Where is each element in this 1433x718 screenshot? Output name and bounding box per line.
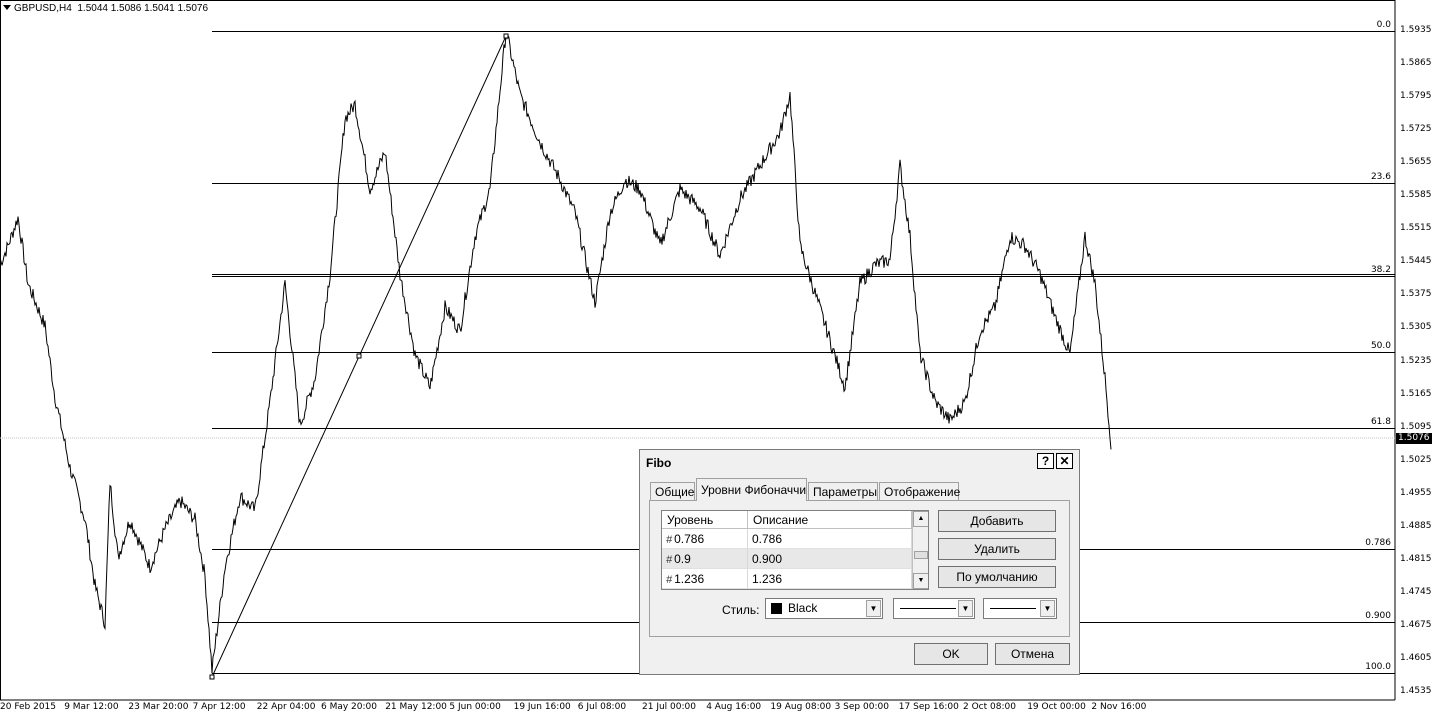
scroll-thumb[interactable] — [914, 551, 928, 559]
description-value: 0.900 — [748, 549, 912, 569]
symbol-info: GBPUSD,H4 1.5044 1.5086 1.5041 1.5076 — [14, 3, 209, 14]
table-row[interactable]: #1.236 1.236 — [662, 569, 912, 589]
color-swatch — [771, 603, 782, 614]
line-width-sample — [990, 608, 1036, 609]
fibo-anchor-mid[interactable] — [356, 353, 362, 359]
tab-fib-levels[interactable]: Уровни Фибоначчи — [696, 478, 807, 501]
time-tick-label: 19 Jun 16:00 — [513, 702, 571, 712]
price-tick-label: 1.5445 — [1400, 256, 1432, 267]
current-price-badge: 1.5076 — [1396, 433, 1432, 444]
time-tick-label: 21 Jul 00:00 — [642, 702, 696, 712]
chevron-down-icon[interactable]: ▼ — [958, 600, 973, 617]
ok-button[interactable]: OK — [914, 643, 988, 665]
price-tick-label: 1.5935 — [1400, 25, 1432, 35]
add-level-button[interactable]: Добавить — [938, 510, 1056, 532]
grid-header: Уровень Описание — [662, 511, 912, 529]
delete-level-button[interactable]: Удалить — [938, 538, 1056, 560]
price-tick-label: 1.5025 — [1400, 454, 1432, 465]
chevron-down-icon[interactable]: ▼ — [1040, 600, 1055, 617]
fibo-anchor-end[interactable] — [503, 33, 509, 39]
tab-display[interactable]: Отображение — [879, 482, 960, 500]
price-tick-label: 1.5375 — [1400, 289, 1432, 300]
fib-level-label: 50.0 — [1370, 340, 1391, 351]
time-tick-label: 7 Apr 12:00 — [192, 702, 246, 712]
line-style-select[interactable]: ▼ — [893, 598, 975, 619]
price-tick-label: 1.4885 — [1400, 520, 1432, 531]
level-value: 1.236 — [674, 572, 705, 586]
header-level[interactable]: Уровень — [662, 511, 748, 528]
levels-grid[interactable]: Уровень Описание #0.786 0.786 #0.9 0.900… — [661, 510, 929, 590]
time-tick-label: 5 Jun 00:00 — [449, 702, 501, 712]
price-tick-label: 1.4675 — [1400, 619, 1432, 630]
cancel-button[interactable]: Отмена — [995, 643, 1070, 665]
fib-level-label: 100.0 — [1365, 661, 1391, 672]
line-style-sample — [900, 608, 956, 609]
price-tick-label: 1.4605 — [1400, 652, 1432, 663]
style-label: Стиль: — [722, 603, 760, 617]
time-tick-label: 4 Aug 16:00 — [706, 702, 762, 712]
style-color-select[interactable]: Black ▼ — [765, 598, 883, 619]
price-tick-label: 1.5865 — [1400, 58, 1432, 69]
time-tick-label: 20 Feb 2015 — [0, 702, 57, 712]
time-tick-label: 17 Sep 16:00 — [898, 702, 959, 712]
fib-level-label: 0.786 — [1365, 537, 1391, 548]
tab-general[interactable]: Общие — [650, 482, 695, 500]
level-edit-icon: # — [666, 554, 673, 566]
level-edit-icon: # — [666, 534, 673, 546]
price-tick-label: 1.5095 — [1400, 421, 1432, 432]
time-tick-label: 9 Mar 12:00 — [64, 702, 119, 712]
header-description[interactable]: Описание — [748, 511, 912, 528]
dialog-title: Fibo — [646, 456, 672, 470]
price-tick-label: 1.5655 — [1400, 157, 1432, 168]
fibo-anchor-start[interactable] — [209, 674, 215, 680]
level-value: 0.786 — [674, 532, 705, 546]
time-tick-label: 23 Mar 20:00 — [128, 702, 189, 712]
time-tick-label: 21 May 12:00 — [385, 702, 447, 712]
time-tick-label: 19 Aug 08:00 — [770, 702, 832, 712]
table-row[interactable]: #0.786 0.786 — [662, 529, 912, 549]
scroll-down-icon[interactable]: ▼ — [913, 573, 928, 589]
fibo-dialog[interactable]: Fibo ? ✕ Общие Уровни Фибоначчи Параметр… — [639, 449, 1080, 675]
time-tick-label: 2 Oct 08:00 — [963, 702, 1016, 712]
price-tick-label: 1.4745 — [1400, 586, 1432, 597]
chevron-down-icon[interactable]: ▼ — [866, 600, 881, 617]
price-tick-label: 1.5305 — [1400, 322, 1432, 333]
close-button[interactable]: ✕ — [1056, 453, 1073, 469]
fib-levels-panel: Уровень Описание #0.786 0.786 #0.9 0.900… — [649, 500, 1070, 637]
chart-menu-arrow-icon[interactable] — [3, 5, 11, 10]
price-tick-label: 1.5585 — [1400, 190, 1432, 201]
description-value: 1.236 — [748, 569, 912, 589]
help-button[interactable]: ? — [1037, 453, 1054, 469]
default-levels-button[interactable]: По умолчанию — [938, 566, 1056, 588]
time-tick-label: 6 May 20:00 — [321, 702, 377, 712]
fib-level-label: 23.6 — [1370, 171, 1391, 182]
price-tick-label: 1.4815 — [1400, 553, 1432, 564]
time-tick-label: 2 Nov 16:00 — [1091, 702, 1147, 712]
level-value: 0.9 — [674, 552, 691, 566]
style-color-name: Black — [788, 601, 818, 615]
tab-parameters[interactable]: Параметры — [808, 482, 878, 500]
price-tick-label: 1.5725 — [1400, 124, 1432, 135]
scroll-up-icon[interactable]: ▲ — [913, 511, 928, 527]
price-tick-label: 1.5515 — [1400, 223, 1432, 234]
fib-level-label: 0.900 — [1365, 610, 1391, 621]
time-tick-label: 22 Apr 04:00 — [256, 702, 316, 712]
level-edit-icon: # — [666, 574, 673, 586]
line-width-select[interactable]: ▼ — [983, 598, 1057, 619]
description-value: 0.786 — [748, 529, 912, 549]
table-row[interactable]: #0.9 0.900 — [662, 549, 912, 569]
fib-level-label: 61.8 — [1370, 416, 1391, 427]
fib-level-label: 38.2 — [1370, 264, 1391, 275]
fib-level-label: 0.0 — [1376, 19, 1391, 30]
price-tick-label: 1.4535 — [1400, 686, 1432, 696]
time-tick-label: 6 Jul 08:00 — [577, 702, 627, 712]
price-tick-label: 1.5235 — [1400, 355, 1432, 366]
time-tick-label: 3 Sep 00:00 — [834, 702, 889, 712]
price-tick-label: 1.5795 — [1400, 91, 1432, 102]
price-tick-label: 1.4955 — [1400, 487, 1432, 498]
grid-scrollbar[interactable]: ▲ ▼ — [912, 511, 928, 589]
time-tick-label: 19 Oct 00:00 — [1027, 702, 1086, 712]
price-tick-label: 1.5165 — [1400, 388, 1432, 399]
